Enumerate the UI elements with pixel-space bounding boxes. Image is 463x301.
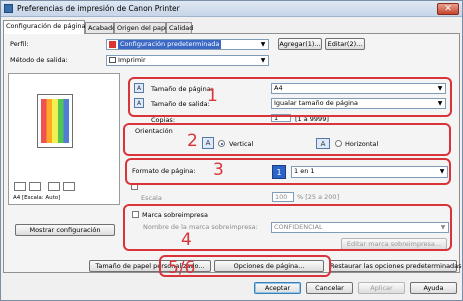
- printer-preferences-window: Preferencias de impresión de Canon Print…: [0, 0, 463, 301]
- profile-value: Configuración predeterminada: [118, 40, 222, 49]
- tab-page-setup[interactable]: Configuración de página: [3, 20, 86, 34]
- callout-number-3: 3: [213, 160, 224, 180]
- callout-number-1: 1: [207, 86, 218, 106]
- callout-number-2: 2: [187, 131, 198, 151]
- print-icon: [109, 57, 116, 63]
- callout-box-1: [128, 77, 452, 117]
- tab-finishing[interactable]: Acabado: [85, 22, 116, 33]
- close-button[interactable]: ✕: [437, 3, 459, 15]
- tab-paper-source[interactable]: Origen del papel: [114, 22, 171, 33]
- edit-profile-button[interactable]: Editar(2)...: [325, 38, 365, 50]
- scale-label: Escala: [141, 194, 162, 202]
- preview-image: [41, 99, 69, 143]
- cancel-button[interactable]: Cancelar: [306, 282, 353, 294]
- title-bar: Preferencias de impresión de Canon Print…: [1, 1, 462, 17]
- printer-icon: [4, 4, 13, 13]
- help-button[interactable]: Ayuda: [410, 282, 457, 294]
- chevron-down-icon: ▼: [260, 41, 266, 48]
- tab-quality[interactable]: Calidad: [166, 22, 193, 33]
- preview-page: [37, 94, 73, 148]
- layout-icon-3[interactable]: [48, 182, 60, 191]
- chevron-down-icon: ▼: [260, 57, 266, 64]
- profile-icon: [109, 40, 116, 48]
- callout-box-2: [123, 123, 451, 156]
- callout-number-5-6: 5/6: [168, 258, 196, 278]
- callout-number-4: 4: [181, 230, 192, 250]
- add-profile-button[interactable]: Agregar(1)...: [278, 38, 322, 50]
- output-method-label: Método de salida:: [10, 56, 68, 64]
- window-title: Preferencias de impresión de Canon Print…: [17, 4, 180, 13]
- scale-range: % [25 a 200]: [297, 193, 340, 201]
- profile-label: Perfil:: [10, 40, 29, 48]
- preview-caption: A4 [Escala: Auto]: [13, 195, 61, 201]
- callout-box-4: [123, 204, 452, 251]
- apply-button[interactable]: Aplicar: [358, 282, 405, 294]
- layout-icon-4[interactable]: [63, 182, 75, 191]
- page-preview: A4 [Escala: Auto]: [8, 73, 120, 205]
- callout-box-3: [125, 158, 451, 185]
- show-settings-button[interactable]: Mostrar configuración: [15, 224, 115, 236]
- ok-button[interactable]: Aceptar: [254, 282, 301, 294]
- output-method-select[interactable]: Imprimir ▼: [106, 55, 269, 66]
- output-method-value: Imprimir: [118, 56, 146, 64]
- layout-icon-1[interactable]: [14, 182, 26, 191]
- restore-defaults-button[interactable]: Restaurar las opciones predeterminadas: [329, 260, 462, 272]
- profile-select[interactable]: Configuración predeterminada ▼: [106, 39, 269, 50]
- layout-icon-2[interactable]: [29, 182, 41, 191]
- scale-spinner[interactable]: 100: [272, 192, 294, 202]
